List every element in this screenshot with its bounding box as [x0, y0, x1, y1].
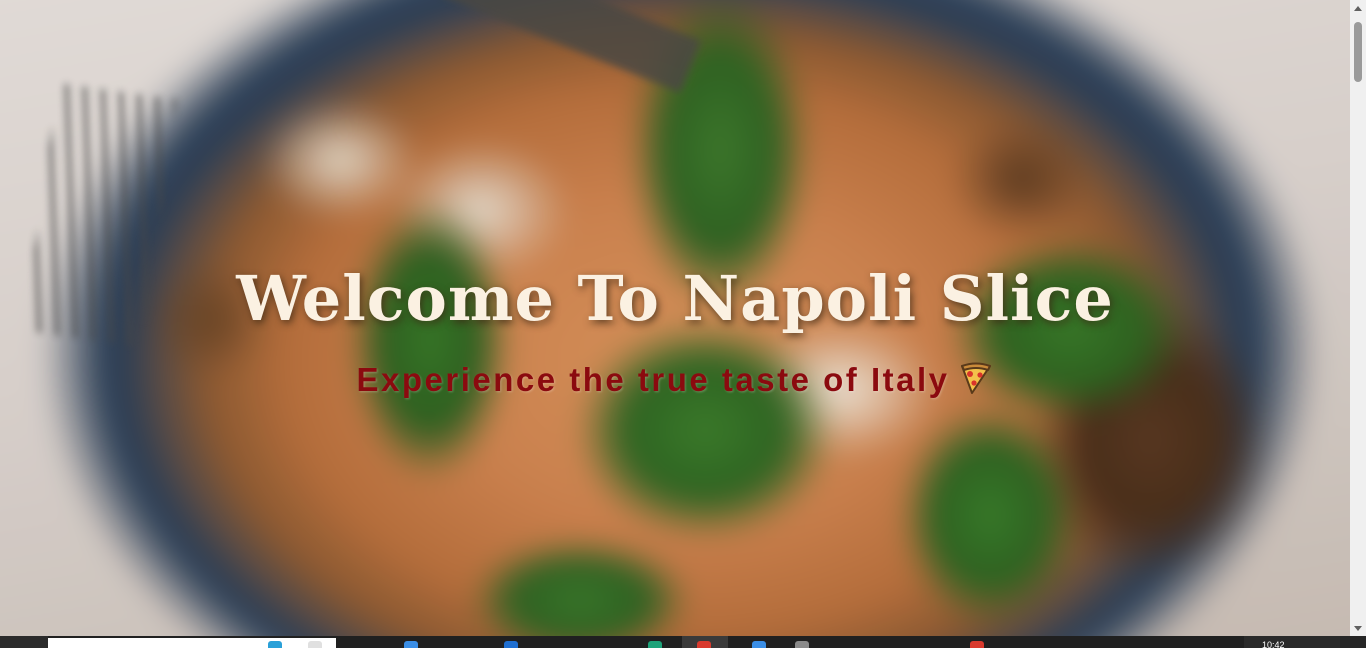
- taskbar-clock[interactable]: 10:42: [1262, 640, 1285, 648]
- taskbar-app-icon[interactable]: [268, 641, 282, 648]
- hero-subtitle-text: Experience the true taste of Italy: [356, 361, 950, 398]
- taskbar: 10:42: [0, 636, 1366, 648]
- taskbar-app-icon[interactable]: [308, 641, 322, 648]
- taskbar-app-icon[interactable]: [970, 641, 984, 648]
- browser-icon[interactable]: [697, 641, 711, 648]
- hero-subtitle: Experience the true taste of Italy: [0, 360, 1350, 399]
- taskbar-search-box[interactable]: [48, 638, 336, 648]
- taskbar-app-icon[interactable]: [648, 641, 662, 648]
- vertical-scrollbar[interactable]: [1350, 0, 1366, 636]
- taskbar-app-icon[interactable]: [504, 641, 518, 648]
- arrow-down-icon: [1354, 625, 1362, 631]
- notification-button[interactable]: [1340, 636, 1366, 648]
- taskbar-app-icon[interactable]: [795, 641, 809, 648]
- pizza-slice-icon: [960, 362, 991, 394]
- scroll-up-button[interactable]: [1350, 0, 1366, 16]
- scroll-thumb[interactable]: [1354, 22, 1362, 82]
- taskbar-app-icon[interactable]: [752, 641, 766, 648]
- arrow-up-icon: [1354, 5, 1362, 11]
- scroll-down-button[interactable]: [1350, 620, 1366, 636]
- taskbar-app-icon[interactable]: [404, 641, 418, 648]
- start-button[interactable]: [0, 636, 48, 648]
- hero-section: Welcome To Napoli Slice Experience the t…: [0, 0, 1350, 636]
- system-tray[interactable]: [1244, 636, 1340, 648]
- page-viewport: Welcome To Napoli Slice Experience the t…: [0, 0, 1350, 636]
- hero-title: Welcome To Napoli Slice: [236, 262, 1114, 335]
